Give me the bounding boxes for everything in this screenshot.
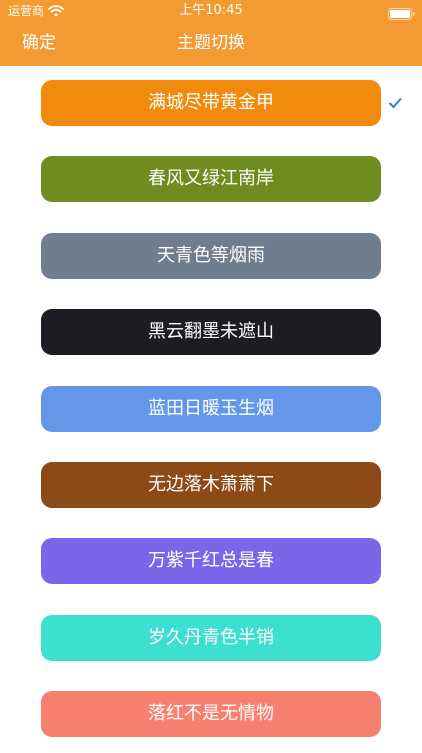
theme-list: 满城尽带黄金甲 春风又绿江南岸 天青色等烟雨 黑云翻墨未遮山 蓝田日暖玉生烟 无… — [0, 66, 422, 750]
theme-button[interactable]: 满城尽带黄金甲 — [41, 80, 381, 126]
page-title: 主题切换 — [177, 33, 245, 53]
theme-row: 无边落木萧萧下 — [0, 448, 422, 524]
theme-button[interactable]: 万紫千红总是春 — [41, 538, 381, 584]
theme-row: 满城尽带黄金甲 — [0, 66, 422, 142]
theme-row: 落红不是无情物 — [0, 677, 422, 753]
status-time: 上午10:45 — [179, 3, 243, 18]
theme-row: 春风又绿江南岸 — [0, 142, 422, 218]
theme-button[interactable]: 春风又绿江南岸 — [41, 156, 381, 202]
theme-row: 天青色等烟雨 — [0, 219, 422, 295]
header: 运营商 上午10:45 确定 主题切换 — [0, 0, 422, 66]
theme-button[interactable]: 蓝田日暖玉生烟 — [41, 386, 381, 432]
theme-button[interactable]: 岁久丹青色半销 — [41, 615, 381, 661]
theme-row: 岁久丹青色半销 — [0, 601, 422, 677]
theme-button[interactable]: 落红不是无情物 — [41, 691, 381, 737]
status-bar: 运营商 上午10:45 — [0, 0, 422, 22]
nav-bar: 确定 主题切换 — [0, 22, 422, 66]
theme-button[interactable]: 黑云翻墨未遮山 — [41, 309, 381, 355]
theme-row: 黑云翻墨未遮山 — [0, 295, 422, 371]
theme-button[interactable]: 无边落木萧萧下 — [41, 462, 381, 508]
battery-icon — [388, 5, 416, 20]
theme-button[interactable]: 天青色等烟雨 — [41, 233, 381, 279]
theme-row: 蓝田日暖玉生烟 — [0, 372, 422, 448]
checkmark-icon — [388, 95, 402, 109]
theme-row: 万紫千红总是春 — [0, 524, 422, 600]
